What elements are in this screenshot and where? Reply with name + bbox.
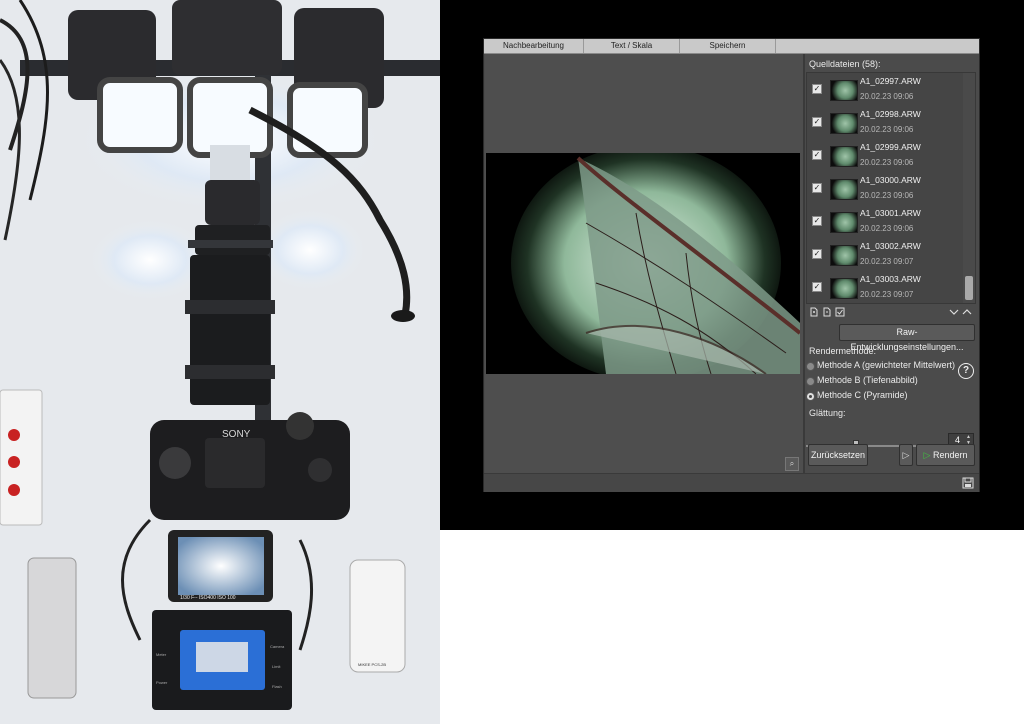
source-files-label: Quelldateien (58): <box>809 59 881 69</box>
file-date: 20.02.23 09:06 <box>860 158 914 167</box>
save-icon[interactable] <box>962 477 974 489</box>
file-thumbnail <box>830 278 858 299</box>
move-up-icon[interactable] <box>962 307 972 317</box>
file-thumbnail <box>830 113 858 134</box>
camera-brand: SONY <box>222 429 251 440</box>
status-bar <box>484 473 979 492</box>
tab-text-skala[interactable]: Text / Skala <box>584 39 680 53</box>
controller-label-meter: Meter <box>156 652 167 657</box>
file-name: A1_03002.ARW <box>860 241 921 251</box>
file-thumbnail <box>830 179 858 200</box>
play-icon: ▷ <box>923 450 931 460</box>
raw-settings-button[interactable]: Raw-Entwicklungseinstellungen... <box>839 324 975 352</box>
menu-bar: Nachbearbeitung Text / Skala Speichern <box>484 39 979 54</box>
file-name: A1_02997.ARW <box>860 76 921 86</box>
scrollbar-thumb[interactable] <box>965 276 973 300</box>
tab-speichern[interactable]: Speichern <box>680 39 776 53</box>
file-name: A1_03000.ARW <box>860 175 921 185</box>
method-b-label[interactable]: Methode B (Tiefenabbild) <box>817 375 918 385</box>
file-name: A1_03003.ARW <box>860 274 921 284</box>
zoom-icon[interactable]: ⌕ <box>785 457 799 471</box>
file-checkbox[interactable]: ✓ <box>812 84 822 94</box>
preview-area[interactable]: ⌕ <box>485 54 803 473</box>
list-item[interactable]: ✓ A1_03002.ARW 20.02.23 09:07 <box>807 238 962 271</box>
splitter[interactable] <box>803 54 805 492</box>
file-thumbnail <box>830 212 858 233</box>
file-checkbox[interactable]: ✓ <box>812 216 822 226</box>
file-name: A1_02999.ARW <box>860 142 921 152</box>
list-item[interactable]: ✓ A1_02999.ARW 20.02.23 09:06 <box>807 139 962 172</box>
file-date: 20.02.23 09:06 <box>860 125 914 134</box>
preview-play-button[interactable]: ▷ <box>899 444 913 466</box>
controller-label-flash: Flash <box>272 684 282 689</box>
preview-image[interactable] <box>486 153 800 374</box>
render-button[interactable]: ▷ Rendern <box>916 444 975 466</box>
file-thumbnail <box>830 80 858 101</box>
list-item[interactable]: ✓ A1_02997.ARW 20.02.23 09:06 <box>807 73 962 106</box>
method-a-label[interactable]: Methode A (gewichteter Mittelwert) <box>817 360 955 370</box>
list-item[interactable]: ✓ A1_02998.ARW 20.02.23 09:06 <box>807 106 962 139</box>
move-down-icon[interactable] <box>949 307 959 317</box>
file-checkbox[interactable]: ✓ <box>812 150 822 160</box>
controller-label-limit: Limit <box>272 664 281 669</box>
list-item[interactable]: ✓ A1_03000.ARW 20.02.23 09:06 <box>807 172 962 205</box>
method-c-label[interactable]: Methode C (Pyramide) <box>817 390 908 400</box>
render-label: Rendern <box>932 450 968 460</box>
help-icon[interactable]: ? <box>958 363 974 379</box>
settings-panel: Quelldateien (58): ✓ A1_02997.ARW 20.02.… <box>806 54 979 473</box>
file-date: 20.02.23 09:07 <box>860 257 914 266</box>
viewfinder-readout: 1/30 F-- ISO400 ISO 100 <box>180 595 236 601</box>
method-a-radio[interactable] <box>806 362 815 371</box>
file-thumbnail <box>830 146 858 167</box>
list-item[interactable]: ✓ A1_03001.ARW 20.02.23 09:06 <box>807 205 962 238</box>
list-item[interactable]: ✓ A1_03003.ARW 20.02.23 09:07 <box>807 271 962 303</box>
file-list-scrollbar[interactable] <box>963 73 975 303</box>
file-checkbox[interactable]: ✓ <box>812 183 822 193</box>
remove-file-icon[interactable] <box>822 307 832 317</box>
file-date: 20.02.23 09:06 <box>860 92 914 101</box>
rig-photo-drawing: SONY 1/30 F-- ISO400 ISO 100 Meter Camer… <box>0 0 440 724</box>
smoothing-label: Glättung: <box>809 408 846 418</box>
tab-nachbearbeitung[interactable]: Nachbearbeitung <box>484 39 584 53</box>
file-date: 20.02.23 09:07 <box>860 290 914 299</box>
file-name: A1_02998.ARW <box>860 109 921 119</box>
render-method-label: Rendermethode: <box>809 346 877 356</box>
controller-label-power: Power <box>156 680 168 685</box>
file-checkbox[interactable]: ✓ <box>812 249 822 259</box>
file-thumbnail <box>830 245 858 266</box>
file-date: 20.02.23 09:06 <box>860 191 914 200</box>
reset-button[interactable]: Zurücksetzen <box>808 444 868 466</box>
remote-label: MIKEE PCS-2B <box>358 662 386 667</box>
file-checkbox[interactable]: ✓ <box>812 282 822 292</box>
controller-label-camera: Camera <box>270 644 285 649</box>
add-file-icon[interactable] <box>809 307 819 317</box>
source-file-list[interactable]: ✓ A1_02997.ARW 20.02.23 09:06 ✓ A1_02998… <box>806 72 976 304</box>
rig-photo: SONY 1/30 F-- ISO400 ISO 100 Meter Camer… <box>0 0 440 724</box>
file-date: 20.02.23 09:06 <box>860 224 914 233</box>
check-all-icon[interactable] <box>835 307 845 317</box>
method-b-radio[interactable] <box>806 377 815 386</box>
wing-preview <box>486 153 800 374</box>
stacking-app-window: Nachbearbeitung Text / Skala Speichern ⌕… <box>483 38 980 492</box>
method-c-radio[interactable] <box>806 392 815 401</box>
file-name: A1_03001.ARW <box>860 208 921 218</box>
file-checkbox[interactable]: ✓ <box>812 117 822 127</box>
